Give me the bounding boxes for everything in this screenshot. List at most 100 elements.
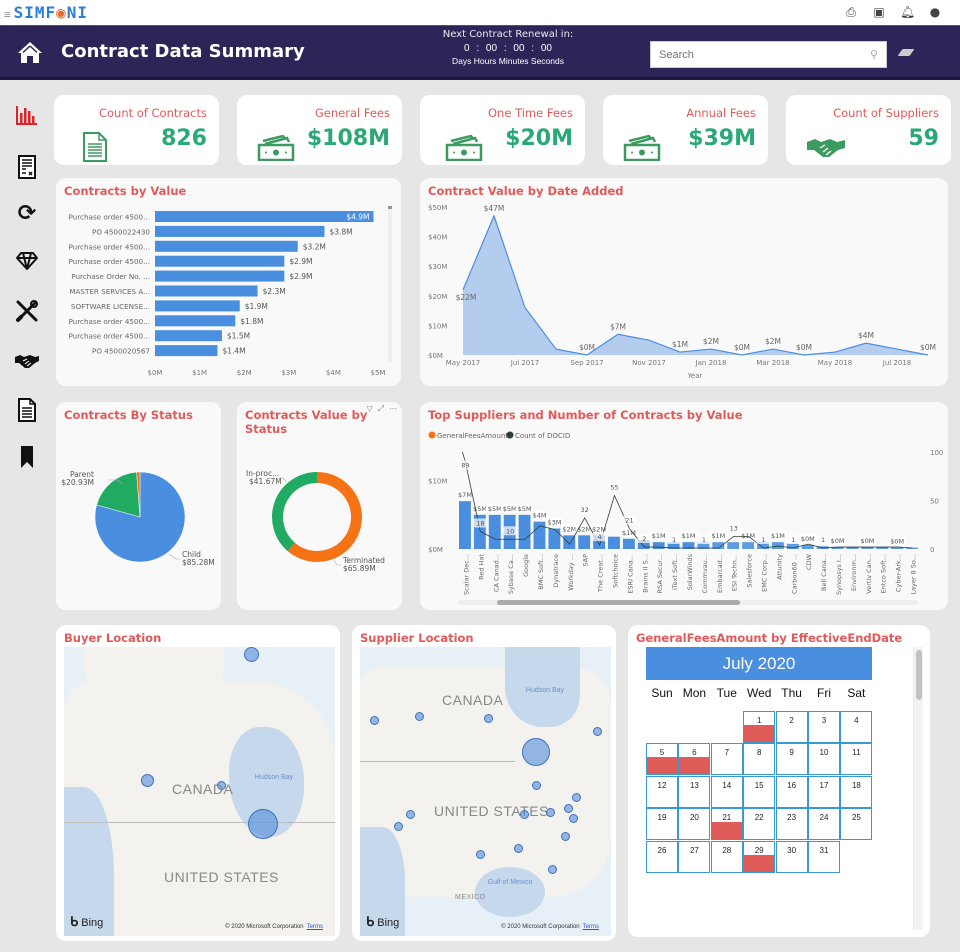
- kpi-card-count-of-suppliers[interactable]: Count of Suppliers 59: [786, 95, 951, 165]
- map-bubble[interactable]: [532, 781, 541, 790]
- map-bubble[interactable]: [548, 865, 557, 874]
- search-input[interactable]: [651, 42, 851, 67]
- sidebar-item-value[interactable]: [14, 248, 40, 274]
- map-bubble[interactable]: [415, 712, 424, 721]
- y-tick-label: $30M: [428, 263, 447, 271]
- calendar-day[interactable]: 23: [775, 808, 808, 841]
- day-number: 4: [854, 716, 859, 725]
- calendar-day[interactable]: 17: [808, 775, 840, 808]
- calendar-day[interactable]: 11: [840, 743, 873, 776]
- bar-category-label: PO 4500020567: [92, 347, 150, 356]
- sidebar-item-documents[interactable]: [14, 397, 40, 423]
- map-title: Supplier Location: [360, 631, 474, 645]
- category-label: Entco Soft...: [880, 554, 888, 593]
- map-bubble[interactable]: [248, 809, 278, 839]
- buyer-location-map[interactable]: Hudson Bay CANADA UNITED STATES ᑲ Bing ©…: [64, 647, 335, 936]
- home-icon[interactable]: [17, 40, 43, 64]
- calendar-day[interactable]: 7: [710, 743, 743, 776]
- point-label: $0M: [579, 343, 595, 352]
- map-bubble[interactable]: [564, 804, 573, 813]
- map-bubble[interactable]: [514, 844, 523, 853]
- sidebar-item-tools[interactable]: [14, 298, 40, 324]
- calendar-day[interactable]: 26: [646, 840, 678, 873]
- calendar-day[interactable]: 1: [743, 711, 776, 743]
- map-bubble[interactable]: [394, 822, 403, 831]
- search-box: ⚲: [650, 41, 887, 68]
- calendar-day[interactable]: 14: [710, 775, 743, 808]
- calendar-day[interactable]: 10: [808, 743, 840, 776]
- day-number: 19: [657, 813, 667, 823]
- map-bubble[interactable]: [476, 850, 485, 859]
- kpi-card-annual-fees[interactable]: Annual Fees $39M: [603, 95, 768, 165]
- calendar-day[interactable]: 25: [840, 808, 873, 841]
- map-bubble[interactable]: [569, 814, 578, 823]
- supplier-location-map[interactable]: Hudson Bay Gulf of Mexico CANADA UNITED …: [360, 647, 611, 936]
- map-bubble[interactable]: [484, 714, 493, 723]
- scrollbar-thumb: [497, 600, 740, 605]
- map-bubble[interactable]: [561, 832, 570, 841]
- category-label: SAP: [582, 554, 590, 567]
- map-bubble[interactable]: [406, 810, 415, 819]
- x-tick-label: $5M: [371, 369, 386, 377]
- hamburger-icon[interactable]: ≡: [4, 8, 12, 21]
- terms-link[interactable]: Terms: [307, 924, 323, 930]
- calendar-day[interactable]: 6: [678, 743, 711, 776]
- kpi-card-general-fees[interactable]: General Fees $108M: [237, 95, 402, 165]
- count-value-label: 4: [598, 533, 602, 541]
- calendar-day[interactable]: 27: [678, 840, 711, 873]
- simfoni-logo[interactable]: ≡ SIMF◉NI: [4, 3, 88, 22]
- map-bubble[interactable]: [370, 716, 379, 725]
- calendar-day[interactable]: 24: [808, 808, 840, 841]
- category-label: BMC Soft...: [537, 554, 545, 590]
- bar-value-label: $4M: [533, 512, 547, 520]
- calendar-day[interactable]: 9: [775, 743, 808, 776]
- sidebar-item-renewals[interactable]: ⟳: [14, 200, 40, 226]
- search-icon[interactable]: ⚲: [870, 48, 878, 61]
- contract-value-by-date-panel: Contract Value by Date Added $0M $10M $20M…: [420, 178, 948, 386]
- bar: [155, 211, 374, 222]
- bookmark-icon: [21, 446, 33, 468]
- sidebar-item-bookmarks[interactable]: [14, 444, 40, 470]
- calendar-day[interactable]: 16: [775, 775, 808, 808]
- count-value-label: 1: [761, 536, 765, 544]
- countdown-label: Next Contract Renewal in:: [442, 29, 574, 40]
- calendar-day[interactable]: 18: [840, 775, 873, 808]
- kpi-card-one-time-fees[interactable]: One Time Fees $20M: [420, 95, 585, 165]
- calendar-day[interactable]: 2: [775, 711, 808, 743]
- eraser-icon[interactable]: [897, 49, 915, 56]
- calendar-day[interactable]: 3: [808, 711, 840, 743]
- day-number: 1: [756, 716, 762, 725]
- calendar-day[interactable]: 4: [840, 711, 873, 743]
- scrollbar-thumb[interactable]: [916, 650, 922, 700]
- map-bubble[interactable]: [546, 808, 555, 817]
- kpi-card-count-of-contracts[interactable]: Count of Contracts 826: [54, 95, 219, 165]
- right-y-tick-label: 0: [930, 546, 934, 554]
- map-bubble[interactable]: [520, 810, 529, 819]
- sidebar-item-dashboard[interactable]: [14, 102, 40, 128]
- sidebar-item-suppliers[interactable]: [14, 348, 40, 374]
- slice-value: $85.28M: [182, 558, 215, 567]
- calendar-day[interactable]: 22: [743, 808, 776, 841]
- sidebar-item-contracts[interactable]: [14, 154, 40, 180]
- map-bubble[interactable]: [244, 647, 259, 662]
- calendar-day[interactable]: 30: [775, 840, 808, 873]
- calendar-day[interactable]: 20: [678, 808, 711, 841]
- calendar-day[interactable]: 31: [808, 840, 840, 873]
- calendar-day[interactable]: 12: [646, 775, 678, 808]
- map-bubble[interactable]: [522, 738, 550, 766]
- calendar-day[interactable]: 29: [743, 840, 776, 873]
- terms-link[interactable]: Terms: [583, 924, 599, 930]
- calendar-day[interactable]: 13: [678, 775, 711, 808]
- calendar-scrollbar[interactable]: [913, 647, 923, 930]
- calendar-day[interactable]: 5: [646, 743, 678, 776]
- map-bubble[interactable]: [141, 774, 154, 787]
- map-bubble[interactable]: [572, 793, 581, 802]
- calendar-day[interactable]: 19: [646, 808, 678, 841]
- calendar-day[interactable]: 28: [710, 840, 743, 873]
- calendar-day[interactable]: 15: [743, 775, 776, 808]
- point-label: $47M: [484, 204, 505, 213]
- calendar-day[interactable]: 8: [743, 743, 776, 776]
- map-bubble[interactable]: [217, 781, 226, 790]
- map-bubble[interactable]: [593, 727, 602, 736]
- calendar-day[interactable]: 21: [710, 808, 743, 841]
